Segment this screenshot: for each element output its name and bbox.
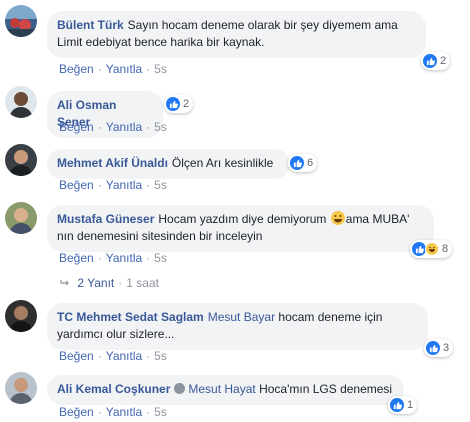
reaction-count-badge[interactable]: 3 (424, 339, 454, 357)
like-link[interactable]: Beğen (59, 405, 94, 419)
reaction-count: 8 (442, 243, 449, 255)
haha-reaction-icon (425, 242, 439, 256)
comment-timestamp[interactable]: 5s (154, 62, 167, 76)
comment-actions: Beğen · Yanıtla · 5s (59, 178, 167, 192)
comment-author[interactable]: Mehmet Akif Ünaldı (57, 156, 168, 170)
comment-bubble: Bülent Türk Sayın hocam deneme olarak bir… (47, 11, 426, 58)
grinning-emoji-icon (330, 211, 345, 225)
reply-link[interactable]: Yanıtla (106, 62, 142, 76)
avatar[interactable] (5, 372, 37, 404)
comment-bubble: Mustafa Güneser Hocam yazdım diye demiyor… (47, 205, 434, 252)
like-link[interactable]: Beğen (59, 120, 94, 134)
reply-link[interactable]: Yanıtla (106, 120, 142, 134)
comment-author[interactable]: Bülent Türk (57, 18, 124, 32)
comment-text: Hoca'mın LGS denemesi (259, 382, 393, 396)
like-link[interactable]: Beğen (59, 178, 94, 192)
like-reaction-icon (166, 97, 180, 111)
replies-timestamp: 1 saat (126, 276, 159, 290)
comment-timestamp[interactable]: 5s (154, 251, 167, 265)
comment-bubble: Mehmet Akif Ünaldı Ölçen Arı kesinlikle (47, 149, 290, 179)
avatar[interactable] (5, 144, 37, 176)
like-reaction-icon (423, 54, 437, 68)
avatar[interactable] (5, 86, 37, 118)
comment-text: Ölçen Arı kesinlikle (171, 156, 274, 170)
reaction-count-badge[interactable]: 2 (421, 52, 451, 70)
comment-text: Hocam yazdım diye demiyorum (158, 212, 327, 226)
comment-bubble: TC Mehmet Sedat Saglam Mesut Bayar hocam … (47, 303, 428, 350)
avatar[interactable] (5, 5, 37, 37)
comment-timestamp[interactable]: 5s (154, 405, 167, 419)
comment-timestamp[interactable]: 5s (154, 178, 167, 192)
reaction-count-badge[interactable]: 6 (288, 154, 318, 172)
like-link[interactable]: Beğen (59, 251, 94, 265)
mention-link[interactable]: Mesut Bayar (208, 310, 275, 324)
reply-arrow-icon (60, 276, 73, 290)
like-link[interactable]: Beğen (59, 349, 94, 363)
comment-author[interactable]: Mustafa Güneser (57, 212, 154, 226)
view-replies-link[interactable]: 2 Yanıt · 1 saat (60, 276, 159, 290)
reaction-count: 3 (443, 342, 450, 354)
comment-author[interactable]: Ali Kemal Coşkuner (57, 382, 170, 396)
like-link[interactable]: Beğen (59, 62, 94, 76)
comment-author[interactable]: TC Mehmet Sedat Saglam (57, 310, 204, 324)
comment-actions: Beğen · Yanıtla · 5s (59, 405, 167, 419)
reaction-count-badge[interactable]: 1 (388, 396, 418, 414)
reply-link[interactable]: Yanıtla (106, 349, 142, 363)
comment-actions: Beğen · Yanıtla · 5s (59, 120, 167, 134)
comment-actions: Beğen · Yanıtla · 5s (59, 349, 167, 363)
verified-badge-icon (174, 383, 186, 394)
like-reaction-icon (390, 398, 404, 412)
reply-link[interactable]: Yanıtla (106, 178, 142, 192)
reaction-count-badge[interactable]: 2 (164, 95, 194, 113)
mention-link[interactable]: Mesut Hayat (188, 382, 255, 396)
reply-link[interactable]: Yanıtla (106, 405, 142, 419)
avatar[interactable] (5, 202, 37, 234)
reaction-count: 2 (183, 98, 190, 110)
reaction-count: 6 (307, 157, 314, 169)
reaction-count: 1 (407, 399, 414, 411)
reaction-count: 2 (440, 55, 447, 67)
comment-timestamp[interactable]: 5s (154, 120, 167, 134)
like-reaction-icon (426, 341, 440, 355)
like-reaction-icon (290, 156, 304, 170)
comment-actions: Beğen · Yanıtla · 5s (59, 251, 167, 265)
reply-count[interactable]: 2 Yanıt (77, 276, 114, 290)
comment-bubble: Ali Kemal Coşkuner Mesut Hayat Hoca'mın L… (47, 375, 404, 405)
like-reaction-icon (412, 242, 426, 256)
reaction-count-badge[interactable]: 8 (410, 240, 453, 258)
avatar[interactable] (5, 300, 37, 332)
reply-link[interactable]: Yanıtla (106, 251, 142, 265)
comment-timestamp[interactable]: 5s (154, 349, 167, 363)
comment-actions: Beğen · Yanıtla · 5s (59, 62, 167, 76)
